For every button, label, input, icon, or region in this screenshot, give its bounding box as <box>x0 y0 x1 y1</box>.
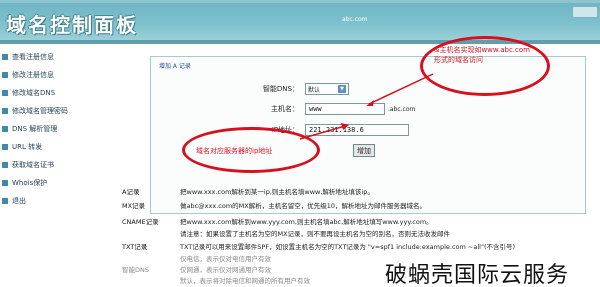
dns-select[interactable]: 默认 ▼ <box>305 83 349 95</box>
sidebar-item-view-registration[interactable]: 查看注册信息 <box>2 50 112 64</box>
bullet-icon <box>2 126 8 132</box>
sidebar-item-edit-password[interactable]: 修改域名管理密码 <box>2 104 112 118</box>
sidebar-item-dns-management[interactable]: DNS 解析管理 <box>2 122 112 136</box>
panel-title: 增加 A 记录 <box>159 63 191 70</box>
sidebar-item-certificate[interactable]: 获取域名证书 <box>2 158 112 172</box>
bullet-icon <box>2 90 8 96</box>
sidebar-item-edit-registration[interactable]: 修改注册信息 <box>2 68 112 82</box>
table-row: 请注意：如果设置了主机名为空的MX记录，则不要再设主机名为空的别名，否则无法收发… <box>118 228 600 238</box>
row-key <box>118 275 180 285</box>
row-value: 做abc@xxx.com的MX解析，主机名留空，优先级10，解析地址为邮件服务器… <box>180 202 427 210</box>
page-title: 域名控制面板 <box>6 13 138 37</box>
watermark-text: 破蜗壳国际云服务 <box>385 263 570 287</box>
table-row: CNAME记录 把www.xxx.com解析到www.yyy.com,则主机名填a… <box>118 216 600 226</box>
row-key: MX记录 <box>122 202 146 210</box>
table-row: MX记录 做abc@xxx.com的MX解析，主机名留空，优先级10，解析地址为邮… <box>118 200 600 210</box>
host-suffix: .abc.com <box>388 105 416 113</box>
row-key <box>118 228 180 238</box>
annotation-domain-access-line1: &主机名实现如www.abc.com <box>434 46 530 54</box>
header-strip <box>0 0 600 3</box>
row-value: 把www.xxx.com解析到某一ip,则主机名填www,解析地址填该ip。 <box>180 188 374 196</box>
bullet-icon <box>2 108 8 114</box>
annotation-oval-domain <box>420 36 550 96</box>
table-row: TXT记录 TXT记录可以用来设置邮件SPF，如设置主机名为空的TXT记录为 "v… <box>118 241 600 251</box>
row-key: A记录 <box>122 188 140 196</box>
sidebar-item-label: 修改域名DNS <box>12 89 56 97</box>
bullet-icon <box>2 198 8 204</box>
sidebar: 查看注册信息 修改注册信息 修改域名DNS 修改域名管理密码 DNS 解析管理 … <box>0 44 114 287</box>
row-value: 仅电信，表示仅对电信用户有效 <box>180 255 271 263</box>
table-row: A记录 把www.xxx.com解析到某一ip,则主机名填www,解析地址填该ip… <box>118 186 600 196</box>
add-button[interactable]: 增加 <box>353 144 375 157</box>
sidebar-item-label: URL 转发 <box>12 143 43 151</box>
host-row: 主机名： www .abc.com <box>235 103 415 115</box>
sidebar-item-logout[interactable]: 退出 <box>2 194 112 208</box>
row-value: 仅网通，表示仅对网通用户有效 <box>180 266 271 274</box>
site-domain: abc.com <box>342 16 368 23</box>
dns-select-value: 默认 <box>308 86 321 94</box>
dns-row: 智能DNS： 默认 ▼ <box>235 83 349 95</box>
row-key <box>118 253 180 263</box>
annotation-domain-access-line2: 形式的域名访问 <box>434 56 483 64</box>
annotation-ip: 域名对应服务器的ip地址 <box>196 147 273 155</box>
row-key: TXT记录 <box>122 243 148 251</box>
host-label: 主机名： <box>271 105 299 113</box>
sidebar-item-label: 获取域名证书 <box>12 161 54 169</box>
header-button[interactable] <box>572 6 598 18</box>
sidebar-item-url-forward[interactable]: URL 转发 <box>2 140 112 154</box>
chevron-down-icon: ▼ <box>338 85 346 93</box>
row-value: 请注意：如果设置了主机名为空的MX记录，则不要再设主机名为空的别名，否则无法收发… <box>180 230 451 238</box>
header-bar: 域名控制面板 abc.com <box>0 0 600 40</box>
host-input[interactable]: www <box>305 103 385 115</box>
row-key: 智能DNS <box>122 266 149 274</box>
sidebar-item-label: 退出 <box>12 197 26 205</box>
bullet-icon <box>2 162 8 168</box>
sidebar-item-label: 查看注册信息 <box>12 53 54 61</box>
dns-label: 智能DNS： <box>262 85 299 93</box>
row-value: TXT记录可以用来设置邮件SPF，如设置主机名为空的TXT记录为 "v=spf1… <box>180 243 516 251</box>
sidebar-item-label: DNS 解析管理 <box>12 125 58 133</box>
sidebar-item-edit-dns[interactable]: 修改域名DNS <box>2 86 112 100</box>
ip-input[interactable]: 221.231.138.6 <box>305 124 409 136</box>
bullet-icon <box>2 144 8 150</box>
sidebar-item-label: 修改域名管理密码 <box>12 107 68 115</box>
row-value: 默认，表示将对除电信和网通的所有用户有效 <box>180 277 310 285</box>
row-key: CNAME记录 <box>122 218 159 226</box>
bullet-icon <box>2 72 8 78</box>
bullet-icon <box>2 180 8 186</box>
sidebar-item-label: 修改注册信息 <box>12 71 54 79</box>
sidebar-item-whois[interactable]: Whois保护 <box>2 176 112 190</box>
sidebar-item-label: Whois保护 <box>12 179 48 187</box>
bullet-icon <box>2 54 8 60</box>
row-value: 把www.xxx.com解析到www.yyy.com,则主机名填abc,解析地址… <box>180 218 433 226</box>
